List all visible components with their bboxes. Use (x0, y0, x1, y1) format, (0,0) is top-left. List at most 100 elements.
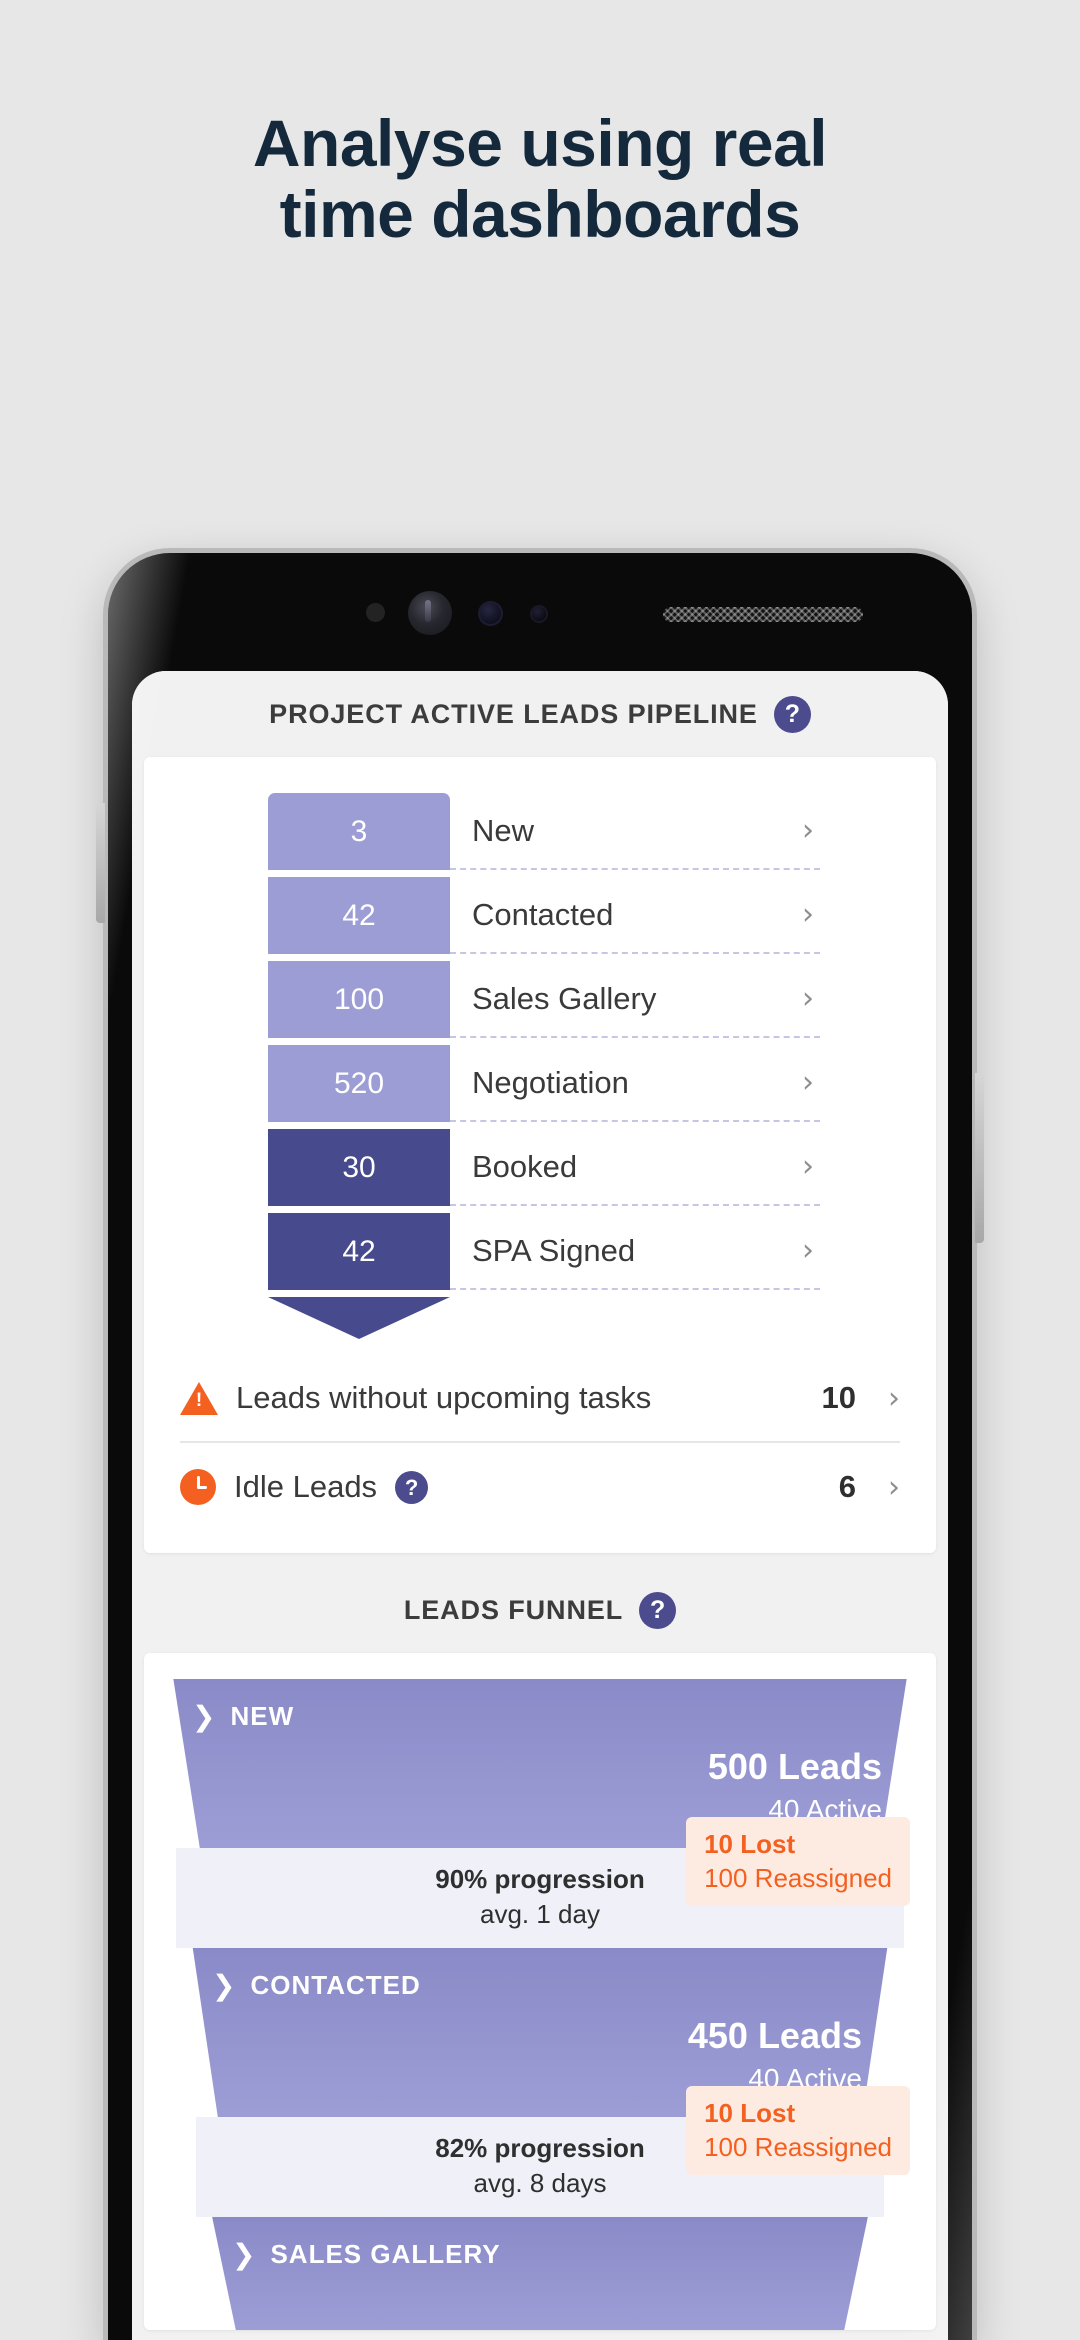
pipeline-label-sales-gallery: Sales Gallery (472, 980, 657, 1016)
pipeline-label-wrap-negotiation[interactable]: Negotiation › (450, 1045, 820, 1122)
alert-row-idle-leads[interactable]: Idle Leads ? 6 › (180, 1443, 900, 1531)
pipeline-row-contacted[interactable]: 42 Contacted › (144, 877, 936, 954)
row-spacer (144, 877, 268, 954)
chevron-right-solid-icon: ❯ (232, 2237, 257, 2271)
pipeline-label-spa-signed: SPA Signed (472, 1232, 636, 1268)
pipeline-label-contacted: Contacted (472, 896, 614, 932)
phone-screen: PROJECT ACTIVE LEADS PIPELINE ? 3 New › (132, 671, 948, 2340)
pipeline-row-negotiation[interactable]: 520 Negotiation › (144, 1045, 936, 1122)
funnel-stage-contacted-leads: 450 Leads (687, 2015, 862, 2056)
page-headline: Analyse using real time dashboards (0, 106, 1080, 252)
front-camera-icon (408, 591, 452, 635)
chevron-right-solid-icon: ❯ (192, 1699, 217, 1733)
funnel-stage-new-reassigned: 100 Reassigned (704, 1863, 892, 1893)
funnel-stage-contacted-lost-pill[interactable]: 10 Lost 100 Reassigned (686, 2086, 910, 2175)
funnel-stage-new-name-row: ❯ NEW (192, 1701, 882, 1732)
chevron-right-icon: › (802, 897, 814, 932)
funnel-stage-list: ❯ NEW 500 Leads 40 Active 10 Lost 100 Re… (144, 1653, 936, 2330)
funnel-stage-contacted[interactable]: ❯ CONTACTED 450 Leads 40 Active 10 Lost … (144, 1948, 936, 2217)
pipeline-funnel-tip (268, 1297, 450, 1339)
row-spacer (144, 1129, 268, 1206)
pipeline-row-sales-gallery[interactable]: 100 Sales Gallery › (144, 961, 936, 1038)
funnel-stage-contacted-name: CONTACTED (250, 1970, 421, 2000)
pipeline-label-wrap-spa-signed[interactable]: SPA Signed › (450, 1213, 820, 1290)
pipeline-label-new: New (472, 812, 535, 848)
funnel-stage-contacted-name-row: ❯ CONTACTED (212, 1970, 862, 2001)
headline-line-2: time dashboards (279, 177, 801, 252)
headline-line-1: Analyse using real (252, 106, 828, 180)
chevron-right-icon: › (802, 981, 814, 1016)
pipeline-card: 3 New › 42 Contacted › 100 Sales Gallery… (144, 757, 936, 1553)
power-button[interactable] (975, 1073, 984, 1243)
pipeline-stage-list: 3 New › 42 Contacted › 100 Sales Gallery… (144, 757, 936, 1349)
row-spacer (144, 1045, 268, 1122)
chevron-right-icon: › (802, 1149, 814, 1184)
funnel-help-icon[interactable]: ? (639, 1591, 677, 1629)
funnel-title: LEADS FUNNEL (403, 1594, 624, 1625)
pipeline-row-new[interactable]: 3 New › (144, 793, 936, 870)
funnel-stage-new-content: ❯ NEW 500 Leads 40 Active (192, 1701, 882, 1826)
row-spacer (144, 1213, 268, 1290)
funnel-trapezoid-shape (212, 2217, 868, 2330)
pipeline-count-booked: 30 (342, 1150, 376, 1184)
pipeline-label-wrap-new[interactable]: New › (450, 793, 820, 870)
funnel-stage-sales-gallery[interactable]: ❯ SALES GALLERY (144, 2217, 936, 2330)
pipeline-count-negotiation: 520 (333, 1066, 385, 1100)
row-spacer (144, 793, 268, 870)
funnel-stage-sales-gallery-content: ❯ SALES GALLERY (232, 2239, 842, 2270)
pipeline-bar-negotiation: 520 (268, 1045, 450, 1122)
funnel-header: LEADS FUNNEL ? (132, 1567, 948, 1653)
proximity-sensor-icon (366, 603, 385, 622)
funnel-card: ❯ NEW 500 Leads 40 Active 10 Lost 100 Re… (144, 1653, 936, 2330)
pipeline-label-wrap-booked[interactable]: Booked › (450, 1129, 820, 1206)
chevron-right-solid-icon: ❯ (212, 1968, 237, 2002)
funnel-stage-new-lost: 10 Lost (704, 1829, 796, 1859)
pipeline-bar-sales-gallery: 100 (268, 961, 450, 1038)
pipeline-title: PROJECT ACTIVE LEADS PIPELINE (269, 698, 758, 729)
phone-mockup: PROJECT ACTIVE LEADS PIPELINE ? 3 New › (96, 553, 984, 2340)
chevron-right-icon: › (802, 1233, 814, 1268)
pipeline-row-spa-signed[interactable]: 42 SPA Signed › (144, 1213, 936, 1290)
funnel-stage-new-leads: 500 Leads (707, 1746, 882, 1787)
pipeline-count-new: 3 (350, 814, 368, 848)
pipeline-help-icon[interactable]: ? (773, 695, 811, 733)
phone-sensor-bar (108, 553, 972, 671)
chevron-right-icon: › (888, 1469, 900, 1505)
page-root: Analyse using real time dashboards PROJE… (0, 0, 1080, 2340)
pipeline-label-wrap-contacted[interactable]: Contacted › (450, 877, 820, 954)
alert-label-no-tasks: Leads without upcoming tasks (236, 1380, 652, 1415)
chevron-right-icon: › (802, 813, 814, 848)
pipeline-label-wrap-sales-gallery[interactable]: Sales Gallery › (450, 961, 820, 1038)
funnel-stage-sales-gallery-body: ❯ SALES GALLERY (202, 2217, 878, 2330)
pipeline-row-booked[interactable]: 30 Booked › (144, 1129, 936, 1206)
funnel-stage-sales-gallery-name: SALES GALLERY (270, 2239, 501, 2269)
ambient-light-sensor-icon (530, 605, 548, 623)
clock-icon (180, 1469, 216, 1505)
alert-label-idle-leads: Idle Leads (234, 1469, 378, 1504)
volume-button[interactable] (96, 803, 105, 923)
pipeline-bar-spa-signed: 42 (268, 1213, 450, 1290)
alert-row-no-tasks[interactable]: Leads without upcoming tasks 10 › (180, 1355, 900, 1443)
funnel-stage-contacted-content: ❯ CONTACTED 450 Leads 40 Active (212, 1970, 862, 2095)
warning-triangle-icon (180, 1381, 218, 1415)
pipeline-bar-contacted: 42 (268, 877, 450, 954)
funnel-stage-contacted-lost: 10 Lost (704, 2098, 796, 2128)
alert-value-idle-leads: 6 (838, 1469, 856, 1504)
chevron-right-icon: › (802, 1065, 814, 1100)
earpiece-speaker-icon (663, 607, 863, 622)
pipeline-count-spa-signed: 42 (342, 1234, 376, 1268)
infrared-sensor-icon (478, 601, 503, 626)
funnel-stage-new-lost-pill[interactable]: 10 Lost 100 Reassigned (686, 1817, 910, 1906)
pipeline-label-negotiation: Negotiation (472, 1064, 629, 1100)
funnel-stage-sales-gallery-name-row: ❯ SALES GALLERY (232, 2239, 842, 2270)
pipeline-bar-new: 3 (268, 793, 450, 870)
idle-leads-help-icon[interactable]: ? (395, 1470, 429, 1504)
alert-value-no-tasks: 10 (821, 1380, 856, 1415)
pipeline-alerts: Leads without upcoming tasks 10 › Idle L… (144, 1349, 936, 1553)
funnel-stage-new[interactable]: ❯ NEW 500 Leads 40 Active 10 Lost 100 Re… (144, 1679, 936, 1948)
pipeline-count-contacted: 42 (342, 898, 376, 932)
pipeline-count-sales-gallery: 100 (333, 982, 385, 1016)
pipeline-header: PROJECT ACTIVE LEADS PIPELINE ? (132, 671, 948, 757)
pipeline-label-booked: Booked (472, 1148, 578, 1184)
funnel-stage-new-name: NEW (230, 1701, 295, 1731)
